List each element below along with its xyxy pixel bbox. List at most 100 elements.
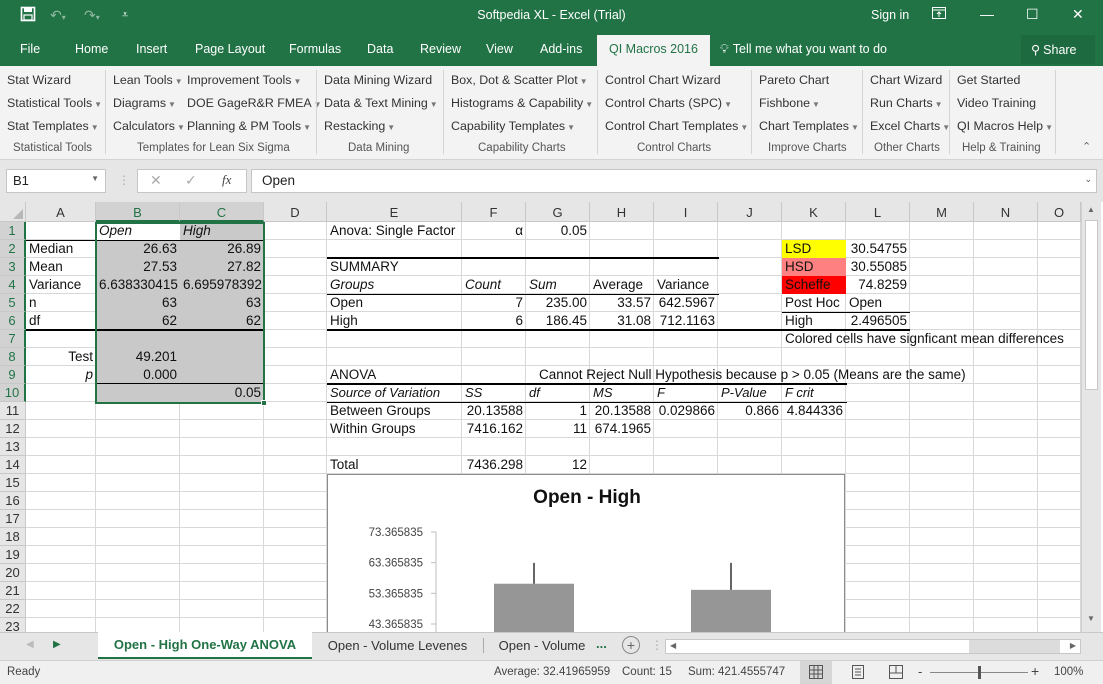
page-break-view-button[interactable] <box>889 665 903 682</box>
control-chart-wizard-button[interactable]: Control Chart Wizard <box>605 73 721 87</box>
row-header-20[interactable]: 20 <box>0 564 26 582</box>
collapse-ribbon-icon[interactable]: ⌃ <box>1082 140 1091 153</box>
column-header-i[interactable]: I <box>654 202 718 222</box>
fishbone-dropdown[interactable]: Fishbone ▼ <box>759 96 820 110</box>
row-header-21[interactable]: 21 <box>0 582 26 600</box>
column-header-l[interactable]: L <box>846 202 910 222</box>
column-header-h[interactable]: H <box>590 202 654 222</box>
fill-handle[interactable] <box>261 400 267 406</box>
row-header-14[interactable]: 14 <box>0 456 26 474</box>
page-layout-view-button[interactable] <box>852 665 864 682</box>
maximize-icon[interactable]: ☐ <box>1026 6 1039 23</box>
cell-l4[interactable]: 74.8259 <box>846 276 910 294</box>
cell-a8[interactable]: Test <box>26 348 96 366</box>
cell-k4[interactable]: Scheffe <box>782 276 834 294</box>
column-header-b[interactable]: B <box>96 202 180 222</box>
cell-a4[interactable]: Variance <box>26 276 84 294</box>
scroll-tabs-left-icon[interactable]: ◀ <box>26 639 34 650</box>
control-charts-spc-dropdown[interactable]: Control Charts (SPC) ▼ <box>605 96 732 110</box>
capability-templates-dropdown[interactable]: Capability Templates ▼ <box>451 119 575 133</box>
cell-e5[interactable]: Open <box>327 294 366 312</box>
row-header-16[interactable]: 16 <box>0 492 26 510</box>
cell-l6[interactable]: 2.496505 <box>846 312 910 330</box>
tab-review[interactable]: Review <box>420 42 461 56</box>
pareto-chart-button[interactable]: Pareto Chart <box>759 73 829 87</box>
tab-page-layout[interactable]: Page Layout <box>195 42 265 56</box>
cell-k11[interactable]: 4.844336 <box>782 402 846 420</box>
sheet-tab[interactable]: Open - Volume Levenes <box>312 638 484 653</box>
cell-e10[interactable]: Source of Variation <box>327 384 443 402</box>
bar-high[interactable] <box>691 589 771 632</box>
cell-h10[interactable]: MS <box>590 384 616 402</box>
cell-i10[interactable]: F <box>654 384 668 402</box>
cell-h6[interactable]: 31.08 <box>590 312 654 330</box>
zoom-in-button[interactable]: + <box>1031 663 1039 679</box>
video-training-button[interactable]: Video Training <box>957 96 1036 110</box>
cell-a6[interactable]: df <box>26 312 43 330</box>
column-header-a[interactable]: A <box>26 202 96 222</box>
lean-tools-dropdown[interactable]: Lean Tools ▼ <box>113 73 183 87</box>
get-started-button[interactable]: Get Started <box>957 73 1020 87</box>
formula-input[interactable]: Open ⌄ <box>251 169 1097 193</box>
minimize-icon[interactable]: — <box>980 6 994 22</box>
scroll-tabs-right-icon[interactable]: ▶ <box>53 639 61 650</box>
improvement-tools-dropdown[interactable]: Improvement Tools ▼ <box>187 73 301 87</box>
cell-e9[interactable]: ANOVA <box>327 366 379 384</box>
cell-i4[interactable]: Variance <box>654 276 712 294</box>
cell-f11[interactable]: 20.13588 <box>462 402 526 420</box>
cell-g10[interactable]: df <box>526 384 543 402</box>
cell-e6[interactable]: High <box>327 312 361 330</box>
bar-open[interactable] <box>494 583 574 632</box>
new-sheet-button[interactable]: + <box>622 636 640 654</box>
box-dot-scatter-dropdown[interactable]: Box, Dot & Scatter Plot ▼ <box>451 73 588 87</box>
chart-wizard-button[interactable]: Chart Wizard <box>870 73 942 87</box>
row-header-8[interactable]: 8 <box>0 348 26 366</box>
vertical-scrollbar[interactable]: ▲ ▼ <box>1081 202 1101 632</box>
cell-k2[interactable]: LSD <box>782 240 814 258</box>
sheet-tab-active[interactable]: Open - High One-Way ANOVA <box>98 632 312 659</box>
row-header-13[interactable]: 13 <box>0 438 26 456</box>
scroll-left-icon[interactable]: ◀ <box>670 641 676 650</box>
horizontal-scrollbar[interactable]: ◀ ▶ <box>665 639 1081 654</box>
tab-view[interactable]: View <box>486 42 513 56</box>
cell-j10[interactable]: P-Value <box>718 384 770 402</box>
row-header-10[interactable]: 10 <box>0 384 26 402</box>
vertical-scroll-thumb[interactable] <box>1085 220 1098 390</box>
more-sheets-button[interactable]: ... <box>596 636 607 651</box>
column-header-f[interactable]: F <box>462 202 526 222</box>
row-header-1[interactable]: 1 <box>0 222 26 240</box>
column-header-j[interactable]: J <box>718 202 782 222</box>
cell-g4[interactable]: Sum <box>526 276 560 294</box>
tab-splitter-handle[interactable]: ⋮ <box>651 638 663 652</box>
cell-e4[interactable]: Groups <box>327 276 377 294</box>
share-button[interactable]: ⚲ Share <box>1021 35 1095 64</box>
column-header-c[interactable]: C <box>180 202 264 222</box>
restacking-dropdown[interactable]: Restacking ▼ <box>324 119 395 133</box>
cell-f5[interactable]: 7 <box>462 294 526 312</box>
cell-f4[interactable]: Count <box>462 276 504 294</box>
row-header-12[interactable]: 12 <box>0 420 26 438</box>
worksheet-grid[interactable]: ABCDEFGHIJKLMNO 1 2 3 4 5 6 7 8 9 10 11 12 13 14 15 16 1… <box>0 202 1081 632</box>
tell-me-search[interactable]: 💡︎ Tell me what you want to do <box>720 42 887 57</box>
cell-k5[interactable]: Post Hoc <box>782 294 843 312</box>
cell-l5[interactable]: Open <box>846 294 885 312</box>
cell-e3[interactable]: SUMMARY <box>327 258 402 276</box>
scroll-right-icon[interactable]: ▶ <box>1070 641 1076 650</box>
cell-a3[interactable]: Mean <box>26 258 66 276</box>
cell-a9[interactable]: p <box>26 366 96 384</box>
row-header-23[interactable]: 23 <box>0 618 26 632</box>
data-text-mining-dropdown[interactable]: Data & Text Mining ▼ <box>324 96 438 110</box>
column-header-o[interactable]: O <box>1038 202 1081 222</box>
qi-macros-help-dropdown[interactable]: QI Macros Help ▼ <box>957 119 1053 133</box>
cell-f1[interactable]: α <box>462 222 526 240</box>
tab-file[interactable]: File <box>20 42 40 56</box>
cell-i11[interactable]: 0.029866 <box>654 402 718 420</box>
row-header-5[interactable]: 5 <box>0 294 26 312</box>
cell-j11[interactable]: 0.866 <box>718 402 782 420</box>
calculators-dropdown[interactable]: Calculators ▼ <box>113 119 185 133</box>
zoom-level[interactable]: 100% <box>1054 666 1083 678</box>
diagrams-dropdown[interactable]: Diagrams ▼ <box>113 96 176 110</box>
cell-k10[interactable]: F crit <box>782 384 817 402</box>
cell-h4[interactable]: Average <box>590 276 646 294</box>
cell-g14[interactable]: 12 <box>526 456 590 474</box>
